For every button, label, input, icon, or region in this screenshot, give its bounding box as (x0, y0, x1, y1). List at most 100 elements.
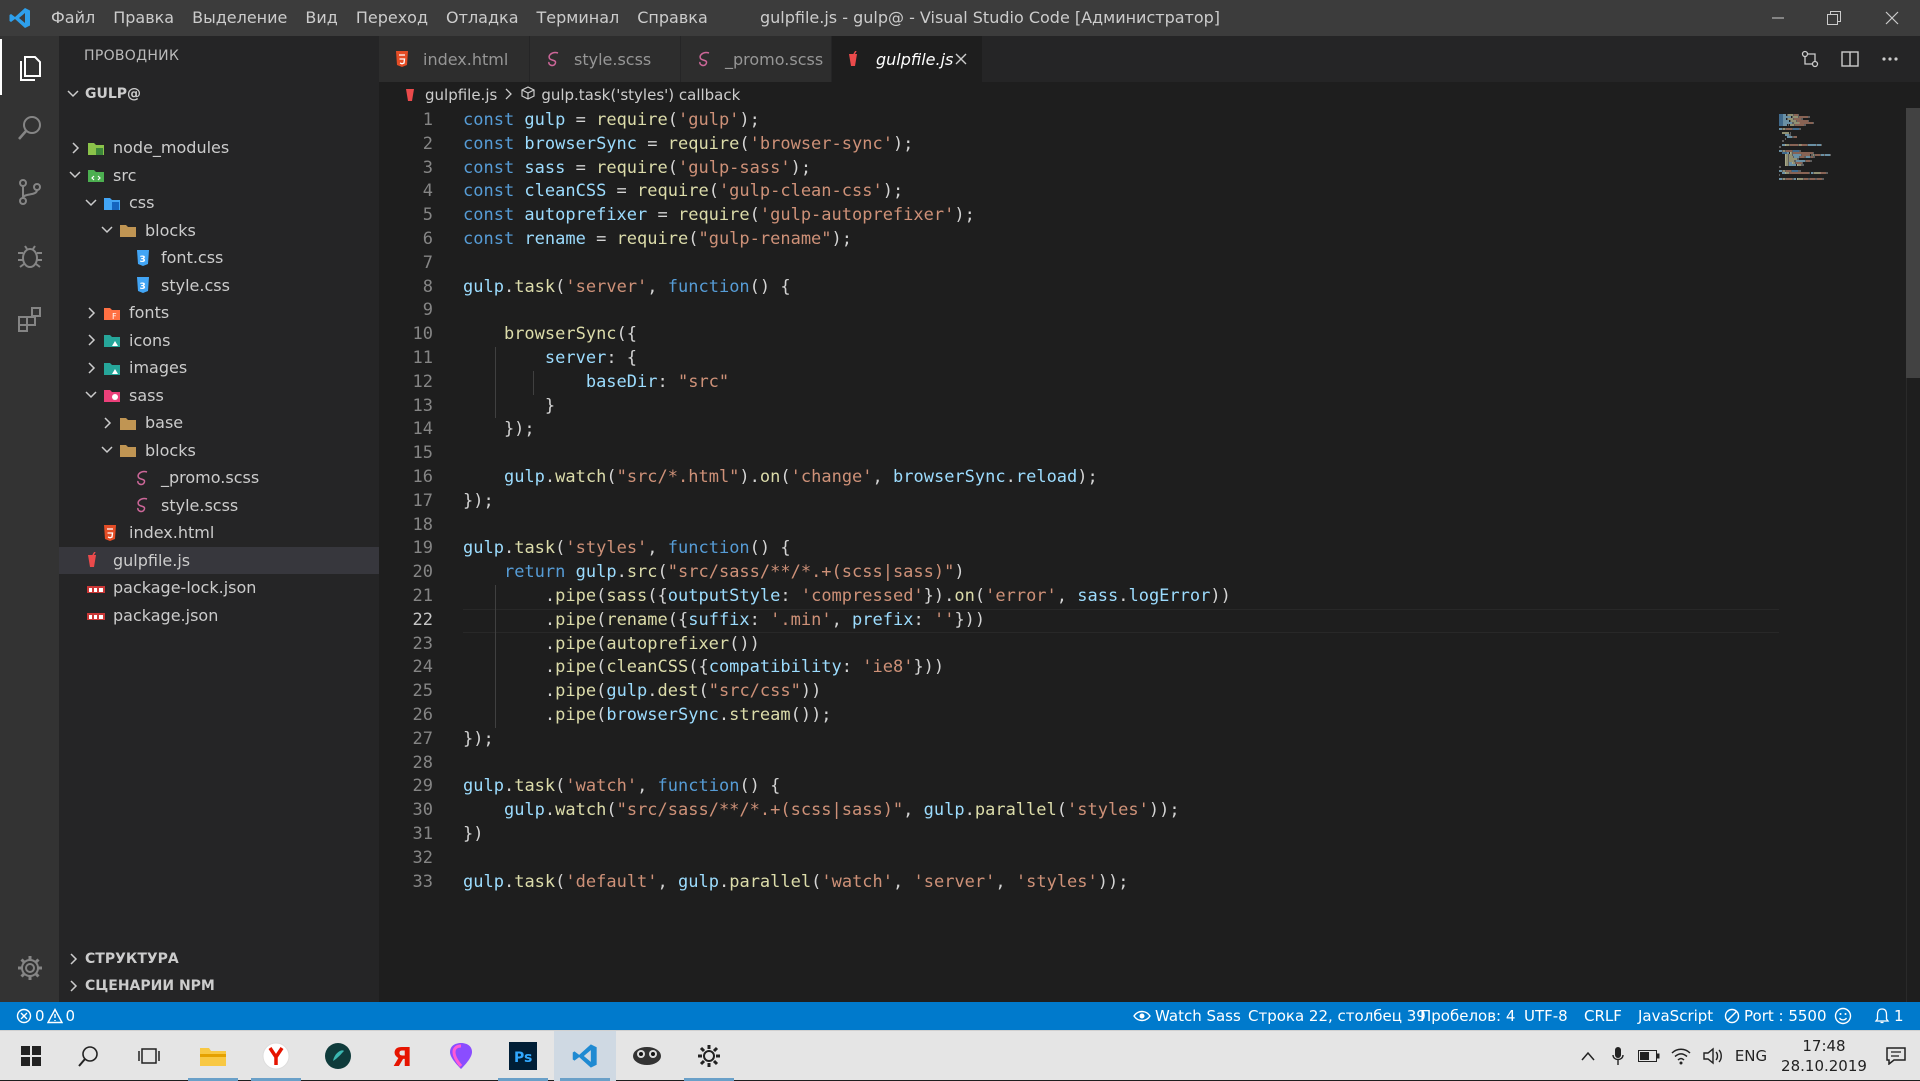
src-folder-icon (87, 167, 105, 183)
tree-file[interactable]: index.html (59, 519, 379, 546)
code-token: = (647, 205, 678, 226)
indentation-status[interactable]: Пробелов: 4 (1420, 1002, 1515, 1030)
tree-folder[interactable]: Ffonts (59, 299, 379, 326)
tree-file[interactable]: _promo.scss (59, 464, 379, 491)
krita-icon[interactable] (307, 1031, 369, 1081)
tree-file[interactable]: 3 font.css (59, 244, 379, 271)
menu-terminal[interactable]: Терминал (528, 0, 629, 36)
breadcrumb-symbol[interactable]: gulp.task('styles') callback (541, 86, 740, 104)
tree-file[interactable]: package-lock.json (59, 574, 379, 601)
code-line: 19 gulp.task('styles', function() { (379, 537, 1779, 561)
more-actions-icon[interactable] (1875, 44, 1905, 74)
photoshop-icon[interactable]: Ps (492, 1031, 554, 1081)
tree-file[interactable]: gulpfile.js (59, 546, 379, 574)
code-token: . (1118, 586, 1129, 606)
tree-folder[interactable]: base (59, 409, 379, 436)
close-window-button[interactable] (1864, 0, 1920, 36)
restore-button[interactable] (1806, 0, 1862, 36)
tree-folder[interactable]: node_modules (59, 134, 379, 161)
eol-status[interactable]: CRLF (1584, 1002, 1622, 1030)
chevron-down-icon (101, 226, 113, 234)
tree-file[interactable]: package.json (59, 602, 379, 629)
volume-icon[interactable] (1698, 1031, 1728, 1081)
tree-file[interactable]: style.scss (59, 492, 379, 519)
encoding-status[interactable]: UTF-8 (1524, 1002, 1568, 1030)
tree-folder[interactable]: images (59, 354, 379, 381)
menu-file[interactable]: Файл (42, 0, 104, 36)
code-token: return (503, 562, 576, 583)
menu-edit[interactable]: Правка (104, 0, 183, 36)
minimize-button[interactable] (1750, 0, 1806, 36)
tree-folder[interactable]: sass (59, 382, 379, 409)
scrollbar-thumb[interactable] (1906, 108, 1920, 378)
alice-icon[interactable] (430, 1031, 492, 1081)
indent-guide (495, 585, 497, 728)
live-server-port[interactable]: Port : 5500 (1724, 1002, 1827, 1030)
tray-overflow-icon[interactable] (1574, 1031, 1602, 1081)
close-tab-icon[interactable] (950, 48, 972, 70)
code-text: } (463, 395, 555, 419)
menu-selection[interactable]: Выделение (183, 0, 296, 36)
wifi-icon[interactable] (1666, 1031, 1696, 1081)
source-control-icon[interactable] (0, 164, 59, 220)
microphone-icon[interactable] (1604, 1031, 1632, 1081)
extensions-icon[interactable] (0, 291, 59, 347)
editor-scrollbar[interactable] (1906, 108, 1920, 1002)
npm-scripts-panel-header[interactable]: СЦЕНАРИИ NPM (59, 973, 379, 999)
input-language[interactable]: ENG (1730, 1031, 1772, 1081)
code-token: pipe (555, 633, 597, 654)
feedback-smiley-icon[interactable] (1834, 1002, 1852, 1030)
menu-help[interactable]: Справка (628, 0, 717, 36)
tree-folder[interactable]: blocks (59, 217, 379, 244)
symbol-method-icon (521, 86, 535, 104)
settings-gear-icon[interactable] (0, 940, 59, 996)
gulp-app-icon[interactable] (616, 1031, 678, 1081)
tab-style-scss[interactable]: style.scss (530, 36, 680, 82)
workspace-folder-header[interactable]: GULP@ (59, 80, 379, 108)
file-explorer-icon[interactable] (182, 1031, 244, 1081)
notifications-button[interactable]: 1 (1874, 1002, 1904, 1030)
code-editor[interactable]: 1 const gulp = require('gulp'); 2 const bro… (379, 108, 1920, 1002)
language-mode[interactable]: JavaScript (1638, 1002, 1713, 1030)
tree-folder[interactable]: icons (59, 327, 379, 354)
minimap[interactable] (1779, 108, 1899, 1002)
open-changes-icon[interactable] (1795, 44, 1825, 74)
settings-app-icon[interactable] (678, 1031, 740, 1081)
taskbar-search-icon[interactable] (58, 1031, 120, 1081)
tree-item-label: blocks (145, 440, 196, 460)
split-editor-icon[interactable] (1835, 44, 1865, 74)
warning-icon (46, 1008, 63, 1024)
menu-go[interactable]: Переход (347, 0, 437, 36)
code-line: 16 gulp.watch("src/*.html").on('change',… (379, 466, 1779, 490)
cursor-position[interactable]: Строка 22, столбец 39 (1248, 1002, 1426, 1030)
code-token: autoprefixer (606, 633, 730, 654)
tree-folder[interactable]: css (59, 189, 379, 216)
tab-index-html[interactable]: index.html (379, 36, 529, 82)
code-token: pipe (555, 586, 597, 606)
tab-promo-scss[interactable]: _promo.scss (681, 36, 831, 82)
menu-view[interactable]: Вид (296, 0, 346, 36)
search-icon[interactable] (0, 100, 59, 156)
yandex-browser-icon[interactable] (245, 1031, 307, 1081)
windows-start-icon[interactable] (0, 1031, 62, 1081)
code-token: ( (555, 276, 566, 297)
tree-folder[interactable]: src (59, 162, 379, 189)
vscode-taskbar-icon[interactable] (554, 1031, 616, 1081)
explorer-icon[interactable] (0, 39, 59, 95)
outline-panel-header[interactable]: СТРУКТУРА (59, 946, 379, 972)
menu-debug[interactable]: Отладка (437, 0, 527, 36)
watch-sass-button[interactable]: Watch Sass (1133, 1002, 1241, 1030)
clock[interactable]: 17:48 28.10.2019 (1776, 1031, 1872, 1081)
code-line: 13 } (379, 395, 1779, 419)
debug-icon[interactable] (0, 228, 59, 284)
tree-file[interactable]: 3 style.css (59, 272, 379, 299)
problems-status[interactable]: 0 0 (16, 1002, 75, 1030)
task-view-icon[interactable] (118, 1031, 180, 1081)
breadcrumb-file[interactable]: gulpfile.js (425, 86, 497, 104)
yandex-icon[interactable]: Я (369, 1031, 431, 1081)
tab-gulpfile-js[interactable]: gulpfile.js (832, 36, 982, 82)
battery-icon[interactable] (1634, 1031, 1664, 1081)
tree-folder[interactable]: blocks (59, 437, 379, 464)
action-center-icon[interactable] (1872, 1031, 1920, 1081)
